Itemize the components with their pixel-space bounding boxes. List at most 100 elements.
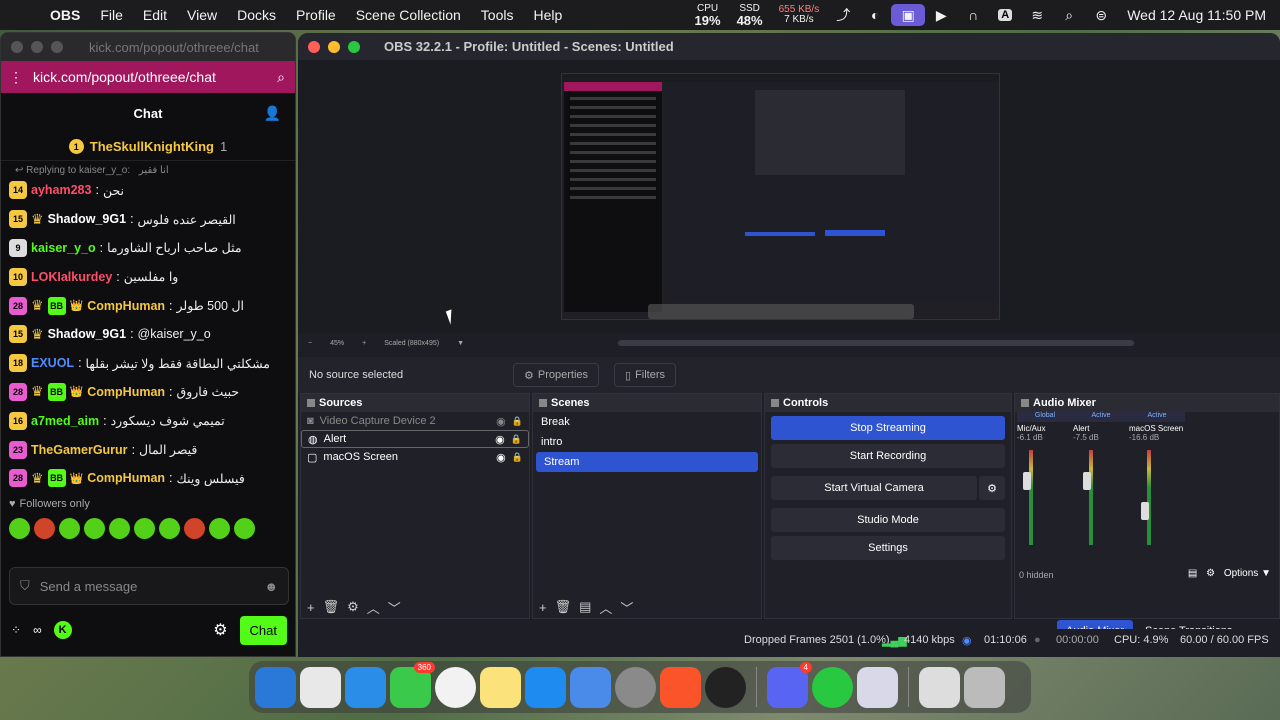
filter-icon[interactable]: ▤ — [579, 599, 591, 615]
dots-icon[interactable]: ⁘ — [11, 623, 21, 637]
menu-scene-collection[interactable]: Scene Collection — [346, 7, 471, 23]
chat-username[interactable]: CompHuman — [87, 385, 165, 399]
obs-close-button[interactable] — [308, 40, 320, 53]
channel-name[interactable]: Mic/Aux — [1017, 424, 1073, 433]
close-button[interactable] — [11, 41, 23, 53]
app-icon[interactable] — [857, 666, 898, 708]
lock-icon[interactable]: 🔒 — [512, 416, 523, 427]
chat-username[interactable]: kaiser_y_o — [31, 241, 96, 255]
scene-stream[interactable]: Stream — [536, 452, 758, 472]
chat-username[interactable]: a7med_aim — [31, 414, 99, 428]
notes-icon[interactable] — [480, 666, 521, 708]
users-icon[interactable]: 👤 — [264, 105, 281, 122]
emote-icon[interactable] — [209, 518, 230, 540]
chat-username[interactable]: Shadow_9G1 — [48, 327, 127, 341]
gear-icon[interactable]: ⚙ — [347, 599, 359, 615]
message-input[interactable]: ⛉ Send a message ☻ — [9, 567, 289, 605]
app-store-icon[interactable] — [525, 666, 566, 708]
chat-username[interactable]: EXUOL — [31, 356, 74, 370]
chat-send-button[interactable]: Chat — [239, 615, 287, 645]
menu-tools[interactable]: Tools — [471, 7, 524, 23]
down-icon[interactable]: ﹀ — [388, 598, 401, 617]
trash-icon[interactable]: 🗑 — [323, 599, 340, 615]
source-item[interactable]: ▢ macOS Screen ◉ 🔒 — [301, 448, 529, 466]
preview-icon[interactable] — [570, 666, 611, 708]
add-icon[interactable]: + — [307, 600, 315, 615]
horizontal-scrollbar[interactable] — [618, 340, 1134, 346]
volume-slider[interactable] — [1083, 472, 1091, 490]
obs-icon[interactable] — [705, 666, 746, 708]
volume-slider[interactable] — [1023, 472, 1031, 490]
color-picker-icon[interactable]: ◐ — [859, 4, 891, 26]
url-bar[interactable]: ⋮ kick.com/popout/othreee/chat ⌕ — [1, 61, 295, 93]
properties-button[interactable]: ⚙ Properties — [513, 363, 600, 387]
zoom-out-button[interactable]: − — [308, 340, 312, 347]
system-settings-icon[interactable] — [615, 666, 656, 708]
messages-icon[interactable]: 360 — [390, 661, 435, 708]
emote-icon[interactable] — [184, 518, 205, 540]
source-item[interactable]: ◙ Video Capture Device 2 ◉ 🔒 — [301, 412, 529, 430]
channel-name[interactable]: Alert — [1073, 424, 1129, 433]
source-item[interactable]: ◍ Alert ◉ 🔒 — [301, 430, 529, 448]
start-recording-button[interactable]: Start Recording — [771, 444, 1005, 468]
screen-record-icon[interactable]: ▣ — [891, 4, 926, 26]
settings-gear-icon[interactable]: ⚙ — [213, 620, 227, 640]
down-icon[interactable]: ﹀ — [620, 598, 633, 617]
visibility-eye-icon[interactable]: ◉ — [495, 433, 505, 446]
emote-icon[interactable] — [84, 518, 105, 540]
lock-icon[interactable]: 🔒 — [511, 434, 522, 445]
stop-streaming-button[interactable]: Stop Streaming — [771, 416, 1005, 440]
obs-minimize-button[interactable] — [328, 40, 340, 53]
emoji-icon[interactable]: ☻ — [264, 579, 278, 594]
volume-slider[interactable] — [1141, 502, 1149, 520]
emote-icon[interactable] — [34, 518, 55, 540]
menu-help[interactable]: Help — [523, 7, 572, 23]
chat-username[interactable]: TheGamerGurur — [31, 443, 128, 457]
channel-name[interactable]: macOS Screen — [1129, 424, 1185, 433]
menu-app-name[interactable]: OBS — [40, 7, 90, 23]
wifi-icon[interactable]: ≋ — [1021, 4, 1053, 26]
trash-icon[interactable] — [964, 666, 1005, 708]
pinned-user[interactable]: TheSkullKnightKing — [90, 139, 214, 154]
menu-view[interactable]: View — [177, 7, 227, 23]
chat-username[interactable]: CompHuman — [87, 299, 165, 313]
scene-intro[interactable]: intro — [533, 432, 761, 452]
up-icon[interactable]: ︿ — [599, 598, 612, 617]
zoom-icon[interactable]: ⌕ — [277, 69, 285, 86]
mixer-options[interactable]: ▤ ⚙ Options ▼ — [1188, 568, 1271, 579]
lock-icon[interactable]: 🔒 — [512, 452, 523, 463]
visibility-eye-icon[interactable]: ◉ — [496, 415, 506, 428]
virtual-camera-gear-icon[interactable]: ⚙ — [979, 476, 1005, 500]
layout-icon[interactable]: ▤ — [1188, 568, 1197, 579]
clock[interactable]: Wed 12 Aug 11:50 PM — [1117, 7, 1280, 23]
minimize-button[interactable] — [31, 41, 43, 53]
gear-icon[interactable]: ⚙ — [1206, 568, 1215, 579]
chat-username[interactable]: LOKIalkurdey — [31, 270, 112, 284]
scale-dropdown-icon[interactable]: ▼ — [457, 340, 464, 347]
zoom-button[interactable] — [51, 41, 63, 53]
start-virtual-camera-button[interactable]: Start Virtual Camera — [771, 476, 977, 500]
obs-zoom-button[interactable] — [348, 40, 360, 53]
menu-edit[interactable]: Edit — [133, 7, 177, 23]
preview-area[interactable] — [298, 60, 1280, 333]
cpu-stat[interactable]: CPU 19% — [687, 3, 729, 27]
visibility-eye-icon[interactable]: ◉ — [496, 451, 506, 464]
screenshot-icon[interactable]: ⤴ — [827, 4, 859, 26]
emote-icon[interactable] — [59, 518, 80, 540]
headphones-icon[interactable]: ∩ — [957, 4, 989, 26]
trash-icon[interactable]: 🗑 — [555, 599, 572, 615]
emote-icon[interactable] — [109, 518, 130, 540]
emote-icon[interactable] — [134, 518, 155, 540]
menu-file[interactable]: File — [90, 7, 133, 23]
downloads-icon[interactable] — [919, 666, 960, 708]
emote-icon[interactable] — [159, 518, 180, 540]
play-icon[interactable]: ▶ — [925, 4, 957, 26]
chat-username[interactable]: CompHuman — [87, 471, 165, 485]
filters-button[interactable]: ▯ Filters — [614, 363, 677, 387]
chrome-icon[interactable] — [435, 666, 476, 708]
network-stat[interactable]: 655 KB/s 7 KB/s — [771, 5, 828, 25]
emote-icon[interactable] — [234, 518, 255, 540]
chat-username[interactable]: ayham283 — [31, 183, 91, 197]
menu-profile[interactable]: Profile — [286, 7, 346, 23]
emote-icon[interactable] — [9, 518, 30, 540]
